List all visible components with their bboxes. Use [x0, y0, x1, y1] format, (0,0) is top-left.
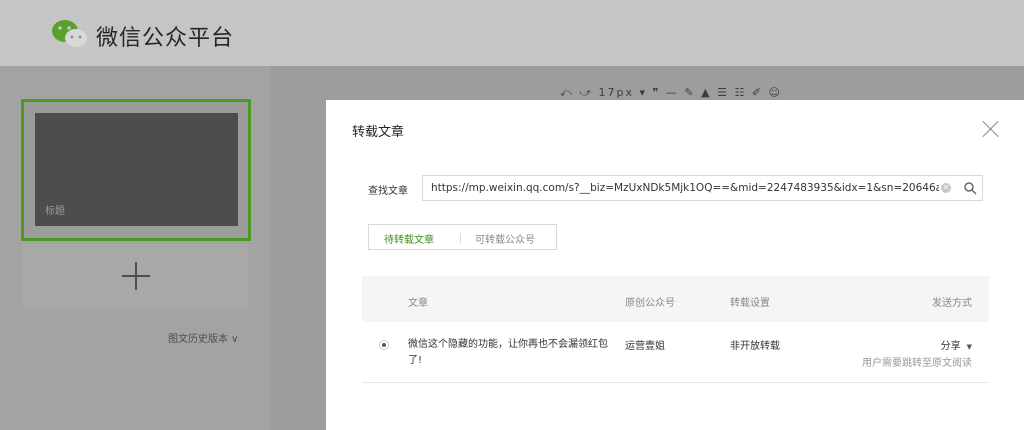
cover-card[interactable] — [21, 99, 251, 241]
send-method-dropdown[interactable]: 分享 ▼ — [941, 337, 972, 352]
tab-repostable-accounts[interactable]: 可转载公众号 — [475, 231, 535, 246]
tab-divider — [460, 233, 461, 243]
history-version-link[interactable]: 图文历史版本 ∨ — [168, 330, 239, 345]
column-header-article: 文章 — [408, 298, 428, 309]
plus-icon[interactable] — [122, 262, 150, 290]
row-radio[interactable] — [380, 341, 388, 349]
clear-icon[interactable]: ✕ — [941, 183, 951, 193]
wechat-logo-icon[interactable] — [50, 18, 90, 50]
column-header-source: 原创公众号 — [625, 298, 675, 309]
send-method-label: 分享 — [940, 341, 961, 352]
top-bar: 微信公众平台 — [0, 0, 1024, 66]
table-row[interactable]: 微信这个隐藏的功能，让你再也不会漏领红包了! 运营壹姐 非开放转载 分享 ▼ 用户… — [362, 322, 989, 383]
column-header-method: 发送方式 — [932, 298, 972, 309]
search-label: 查找文章 — [368, 186, 408, 197]
editor-toolbar: ⤺ ⤻ 17px ▾ ❞ — ✎ ▲ ☰ ☷ ✐ ☺ — [560, 86, 782, 99]
chevron-down-icon: ▼ — [966, 343, 972, 351]
article-title: 微信这个隐藏的功能，让你再也不会漏领红包了! — [408, 339, 608, 366]
cover-title: 标题 — [45, 206, 65, 217]
send-method-note: 用户需要跳转至原文阅读 — [862, 358, 972, 369]
search-box: ✕ — [422, 175, 983, 201]
dialog-title: 转载文章 — [352, 125, 405, 140]
tab-bar: 待转载文章 可转载公众号 — [368, 224, 557, 250]
repost-article-dialog: 转载文章 查找文章 ✕ 待转载文章 可转载公众号 文章 原创公众号 转载设置 发… — [326, 100, 1024, 430]
column-header-setting: 转载设置 — [730, 298, 770, 309]
cover-image — [35, 113, 238, 226]
repost-setting: 非开放转载 — [730, 341, 780, 352]
app-title: 微信公众平台 — [96, 26, 235, 51]
source-account: 运营壹姐 — [625, 341, 665, 352]
table-header: 文章 原创公众号 转载设置 发送方式 — [362, 276, 989, 322]
close-icon[interactable] — [982, 120, 1000, 138]
search-icon[interactable] — [963, 181, 977, 195]
search-input[interactable] — [431, 176, 939, 200]
tab-pending-articles[interactable]: 待转载文章 — [384, 231, 434, 246]
